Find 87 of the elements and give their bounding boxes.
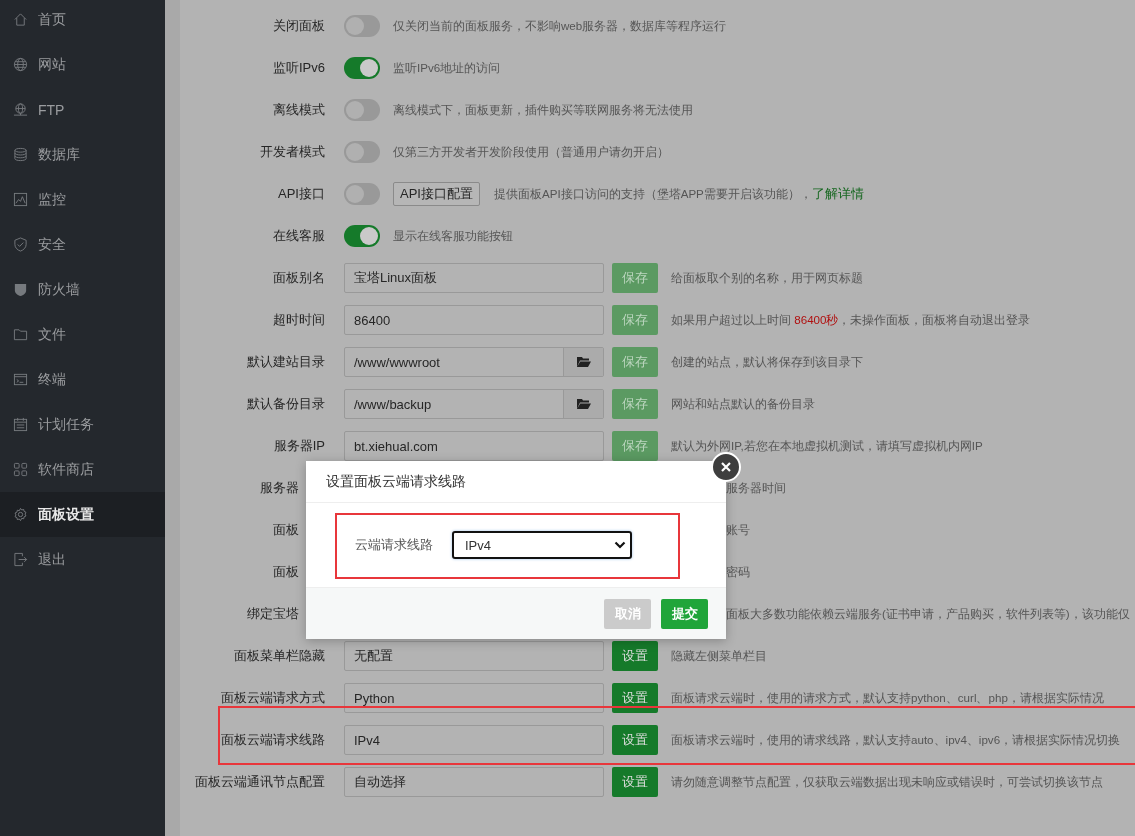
toggle-switch[interactable] — [344, 99, 380, 121]
setting-label: 面板云端请求方式 — [220, 689, 325, 707]
nav-item[interactable]: 终端 — [0, 357, 165, 402]
setting-description: 给面板取个别的名称，用于网页标题 — [671, 270, 863, 286]
nav-item[interactable]: 监控 — [0, 177, 165, 222]
setting-description: 提供面板API接口访问的支持（堡塔APP需要开启该功能）， — [493, 186, 812, 202]
setting-label: 面板云端请求线路 — [220, 731, 325, 749]
chart-icon — [13, 192, 28, 207]
text-field[interactable]: IPv4 — [344, 725, 604, 755]
setting-description: 面板请求云端时，使用的请求线路，默认支持auto、ipv4、ipv6，请根据实际情况切换 — [671, 732, 1121, 748]
toggle-switch[interactable] — [344, 225, 380, 247]
nav-item[interactable]: 防火墙 — [0, 267, 165, 312]
folder-icon — [13, 327, 28, 342]
setting-label: 开发者模式 — [259, 143, 325, 161]
config-button[interactable]: API接口配置 — [393, 182, 480, 206]
details-link[interactable]: 了解详情 — [811, 185, 864, 203]
setting-label: API接口 — [277, 185, 325, 203]
setting-label: 关闭面板 — [272, 17, 325, 35]
setting-label: 面板菜单栏隐藏 — [233, 647, 325, 665]
setting-description: 网站和站点默认的备份目录 — [671, 396, 815, 412]
database-icon — [13, 147, 28, 162]
setting-description: 面板请求云端时，使用的请求方式，默认支持python、curl、php，请根据实际情况 — [671, 690, 1104, 706]
folder-icon — [576, 398, 591, 410]
setting-description: 服务器时间 — [726, 480, 786, 496]
toggle-switch[interactable] — [344, 57, 380, 79]
setting-label: 绑定宝塔 — [246, 605, 300, 623]
text-field[interactable]: 无配置 — [344, 641, 604, 671]
globe-icon — [13, 102, 28, 117]
nav-item[interactable]: 安全 — [0, 222, 165, 267]
nav-item[interactable]: 数据库 — [0, 132, 165, 177]
nav-item[interactable]: 退出 — [0, 537, 165, 582]
folder-icon — [576, 356, 591, 368]
calendar-icon — [13, 417, 28, 432]
setting-description: 隐藏左侧菜单栏目 — [671, 648, 767, 664]
shield-icon — [13, 282, 28, 297]
terminal-icon — [13, 372, 28, 387]
setting-description: 显示在线客服功能按钮 — [393, 228, 513, 244]
setting-description: 面板大多数功能依赖云端服务(证书申请，产品购买，软件列表等)，该功能仅 — [726, 606, 1130, 622]
setting-label: 超时时间 — [272, 311, 325, 329]
settings-icon — [13, 507, 28, 522]
toggle-switch[interactable] — [344, 15, 380, 37]
nav-item[interactable]: 计划任务 — [0, 402, 165, 447]
setting-description: 仅第三方开发者开发阶段使用（普通用户请勿开启） — [393, 144, 669, 160]
set-button[interactable]: 设置 — [612, 767, 658, 797]
submit-button[interactable]: 提交 — [661, 598, 708, 629]
shield-icon — [13, 237, 28, 252]
setting-label: 面板 — [272, 563, 300, 581]
setting-label: 服务器 — [259, 479, 300, 497]
set-button[interactable]: 设置 — [612, 725, 658, 755]
nav-item[interactable]: 文件 — [0, 312, 165, 357]
nav-item[interactable]: 首页 — [0, 0, 165, 42]
set-button[interactable]: 设置 — [612, 683, 658, 713]
toggle-switch[interactable] — [344, 183, 380, 205]
field-label: 云端请求线路 — [355, 536, 433, 554]
setting-label: 面板别名 — [272, 269, 325, 287]
chevron-down-icon — [614, 541, 626, 549]
setting-label: 监听IPv6 — [272, 59, 325, 77]
setting-label: 面板云端通讯节点配置 — [194, 773, 325, 791]
nav-item[interactable]: FTP — [0, 87, 165, 132]
setting-description: 请勿随意调整节点配置，仅获取云端数据出现未响应或错误时，可尝试切换该节点 — [671, 774, 1103, 790]
setting-description: 仅关闭当前的面板服务，不影响web服务器，数据库等程序运行 — [393, 18, 727, 34]
setting-label: 在线客服 — [272, 227, 325, 245]
setting-description: 密码 — [726, 564, 750, 580]
setting-label: 默认备份目录 — [246, 395, 325, 413]
nav-item[interactable]: 软件商店 — [0, 447, 165, 492]
setting-description: 账号 — [726, 522, 750, 538]
text-field[interactable]: 自动选择 — [344, 767, 604, 797]
setting-label: 离线模式 — [272, 101, 325, 119]
home-icon — [13, 12, 28, 27]
route-select[interactable]: IPv4 — [452, 531, 632, 559]
exit-icon — [13, 552, 28, 567]
setting-description: 监听IPv6地址的访问 — [393, 60, 501, 76]
setting-label: 服务器IP — [272, 437, 325, 455]
grid-icon — [13, 462, 28, 477]
set-button[interactable]: 设置 — [612, 641, 658, 671]
setting-label: 面板 — [272, 521, 300, 539]
toggle-switch[interactable] — [344, 141, 380, 163]
nav-item[interactable]: 面板设置 — [0, 492, 165, 537]
setting-description: 离线模式下，面板更新，插件购买等联网服务将无法使用 — [393, 102, 693, 118]
close-icon — [720, 461, 732, 473]
text-field[interactable]: Python — [344, 683, 604, 713]
setting-description: 如果用户超过以上时间 86400秒，未操作面板，面板将自动退出登录 — [671, 312, 1031, 328]
nav-item[interactable]: 网站 — [0, 42, 165, 87]
setting-description: 创建的站点，默认将保存到该目录下 — [671, 354, 863, 370]
setting-description: 默认为外网IP,若您在本地虚拟机测试，请填写虚拟机内网IP — [671, 438, 983, 454]
globe-icon — [13, 57, 28, 72]
setting-label: 默认建站目录 — [246, 353, 325, 371]
